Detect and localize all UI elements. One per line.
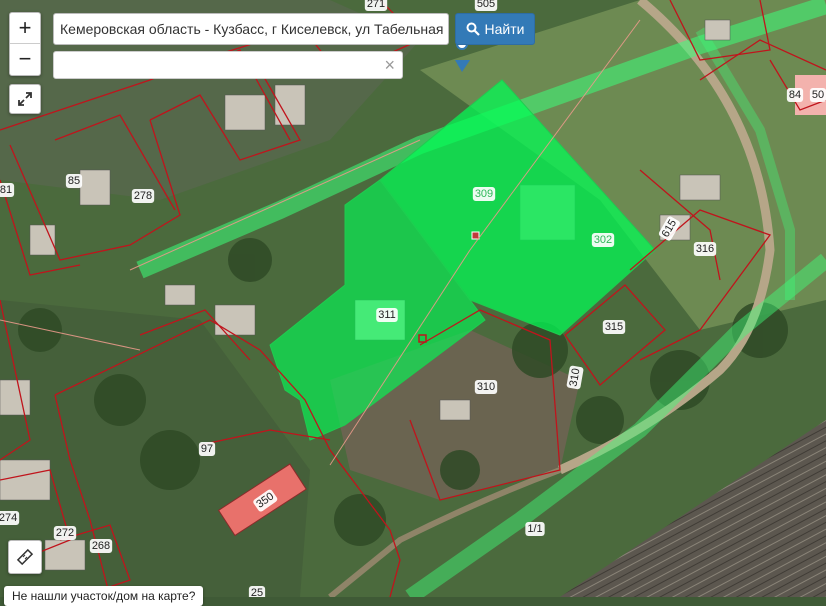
- secondary-search-field[interactable]: ×: [53, 51, 403, 79]
- parcel-label: 505: [477, 0, 495, 10]
- fullscreen-button[interactable]: [9, 84, 41, 114]
- parcel-label: 274: [0, 512, 17, 524]
- parcel-marker[interactable]: [471, 231, 480, 240]
- parcel-label: 97: [201, 443, 213, 455]
- satellite-map[interactable]: 271 50584 508581 278 309302316615311315310 31…: [0, 0, 826, 597]
- parcel-label: 50: [812, 89, 824, 101]
- parcel-label: 81: [0, 184, 12, 196]
- not-found-link[interactable]: Не нашли участок/дом на карте?: [4, 586, 204, 606]
- expand-icon: [18, 92, 32, 106]
- parcel-label: 315: [605, 321, 623, 333]
- parcel-label: 25: [251, 587, 263, 597]
- parcel-label: 316: [696, 243, 714, 255]
- search-button-label: Найти: [484, 21, 525, 37]
- ruler-icon: [16, 548, 34, 566]
- parcel-label: 309: [475, 188, 493, 200]
- clear-icon[interactable]: ×: [384, 55, 395, 75]
- parcel-label: 84: [789, 89, 801, 101]
- search-button[interactable]: Найти: [455, 13, 535, 45]
- measure-button[interactable]: [8, 540, 42, 574]
- parcel-label: 272: [56, 527, 74, 539]
- parcel-label: 310: [477, 381, 495, 393]
- zoom-in-button[interactable]: +: [10, 13, 40, 44]
- search-input[interactable]: Кемеровская область - Кузбасс, г Киселев…: [53, 13, 449, 45]
- parcel-label: 302: [594, 234, 612, 246]
- search-icon: [466, 22, 480, 36]
- zoom-control: + −: [9, 12, 41, 76]
- parcel-label: 278: [134, 190, 152, 202]
- parcel-label: 85: [68, 175, 80, 187]
- zoom-out-button[interactable]: −: [10, 44, 40, 74]
- parcel-label: 271: [367, 0, 385, 10]
- parcel-label: 311: [378, 309, 396, 321]
- parcel-label: 268: [92, 540, 110, 552]
- parcel-label: 1/1: [527, 523, 542, 535]
